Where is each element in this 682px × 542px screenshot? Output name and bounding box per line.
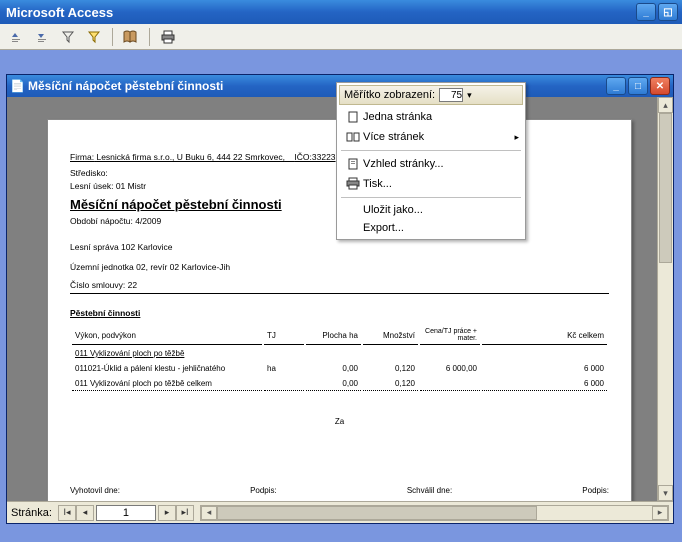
menu-page-setup[interactable]: Vzhled stránky... xyxy=(339,154,523,174)
more-pages-icon xyxy=(343,130,363,144)
menu-save-as[interactable]: Uložit jako... xyxy=(339,201,523,219)
horizontal-scrollbar[interactable]: ◂ ▸ xyxy=(200,505,669,521)
doc-maximize-button[interactable]: □ xyxy=(628,77,648,95)
firm-label: Firma: xyxy=(70,152,94,162)
ico-label: IČO:33223 xyxy=(294,152,335,162)
report-footer: Stránka: I◂ ◂ ▸ ▸I ◂ ▸ xyxy=(7,501,673,523)
first-page-button[interactable]: I◂ xyxy=(58,505,76,521)
table-row: 011 Vyklizování ploch po těžbě celkem 0,… xyxy=(72,377,607,391)
doc-minimize-button[interactable]: _ xyxy=(606,77,626,95)
col-mnozstvi: Množství xyxy=(363,326,418,345)
hscroll-thumb[interactable] xyxy=(217,506,537,520)
scroll-up-button[interactable]: ▴ xyxy=(658,97,673,113)
sort-desc-icon[interactable] xyxy=(34,29,50,45)
print-icon[interactable] xyxy=(160,29,176,45)
sign-vyhotovil: Vyhotovil dne: xyxy=(70,486,120,495)
scroll-left-button[interactable]: ◂ xyxy=(201,506,217,520)
scroll-thumb[interactable] xyxy=(659,113,672,263)
filter-sel-icon[interactable] xyxy=(86,29,102,45)
col-kc: Kč celkem xyxy=(482,326,607,345)
col-cena: Cena/TJ práce + mater. xyxy=(420,326,480,345)
sort-asc-icon[interactable] xyxy=(8,29,24,45)
scroll-right-button[interactable]: ▸ xyxy=(652,506,668,520)
menu-separator xyxy=(341,150,521,151)
page-number-input[interactable] xyxy=(96,505,156,521)
smlouva: Číslo smlouvy: 22 xyxy=(70,280,609,290)
vertical-scrollbar[interactable]: ▴ ▾ xyxy=(657,97,673,501)
page-label: Stránka: xyxy=(11,507,52,519)
jednotka: Územní jednotka 02, revír 02 Karlovice-J… xyxy=(70,262,609,272)
menu-more-pages[interactable]: Více stránek ▸ xyxy=(339,127,523,147)
app-restore-button[interactable]: ◱ xyxy=(658,3,678,21)
col-tj: TJ xyxy=(264,326,304,345)
book-icon[interactable] xyxy=(123,29,139,45)
context-menu: Měřítko zobrazení: ▾ Jedna stránka Více … xyxy=(336,82,526,240)
col-vykon: Výkon, podvýkon xyxy=(72,326,262,345)
table-row: 011021-Úklid a pálení klestu - jehličnat… xyxy=(72,362,607,375)
app-title: Microsoft Access xyxy=(4,5,636,20)
prev-page-button[interactable]: ◂ xyxy=(76,505,94,521)
zoom-header: Měřítko zobrazení: ▾ xyxy=(339,85,523,105)
app-minimize-button[interactable]: _ xyxy=(636,3,656,21)
filter-icon[interactable] xyxy=(60,29,76,45)
sign-podpis: Podpis: xyxy=(250,486,277,495)
menu-print[interactable]: Tisk... xyxy=(339,174,523,194)
menu-export[interactable]: Export... xyxy=(339,219,523,237)
firm-value: Lesnická firma s.r.o., U Buku 6, 444 22 … xyxy=(96,152,285,162)
next-page-button[interactable]: ▸ xyxy=(158,505,176,521)
toolbar-separator xyxy=(149,28,150,46)
last-page-button[interactable]: ▸I xyxy=(176,505,194,521)
table-row: 011 Vyklizování ploch po těžbě xyxy=(72,347,607,360)
report-icon: 📄 xyxy=(10,79,24,93)
sprava: Lesní správa 102 Karlovice xyxy=(70,242,609,252)
sign-schvalil: Schválil dne: xyxy=(407,486,452,495)
menu-separator xyxy=(341,197,521,198)
app-titlebar: Microsoft Access _ ◱ xyxy=(0,0,682,24)
zoom-input[interactable] xyxy=(439,88,463,102)
one-page-icon xyxy=(343,110,363,124)
col-plocha: Plocha ha xyxy=(306,326,361,345)
toolbar-separator xyxy=(112,28,113,46)
data-table: Výkon, podvýkon TJ Plocha ha Množství Ce… xyxy=(70,324,609,393)
doc-close-button[interactable]: ✕ xyxy=(650,77,670,95)
section-title: Pěstební činnosti xyxy=(70,308,609,318)
menu-one-page[interactable]: Jedna stránka xyxy=(339,107,523,127)
zoom-dropdown-icon[interactable]: ▾ xyxy=(467,90,472,101)
za-text: Za xyxy=(70,417,609,426)
zoom-label: Měřítko zobrazení: xyxy=(344,89,435,101)
scroll-down-button[interactable]: ▾ xyxy=(658,485,673,501)
main-toolbar xyxy=(0,24,682,50)
print-menu-icon xyxy=(343,177,363,191)
sign-podpis2: Podpis: xyxy=(582,486,609,495)
submenu-arrow-icon: ▸ xyxy=(514,132,519,143)
page-setup-icon xyxy=(343,157,363,171)
